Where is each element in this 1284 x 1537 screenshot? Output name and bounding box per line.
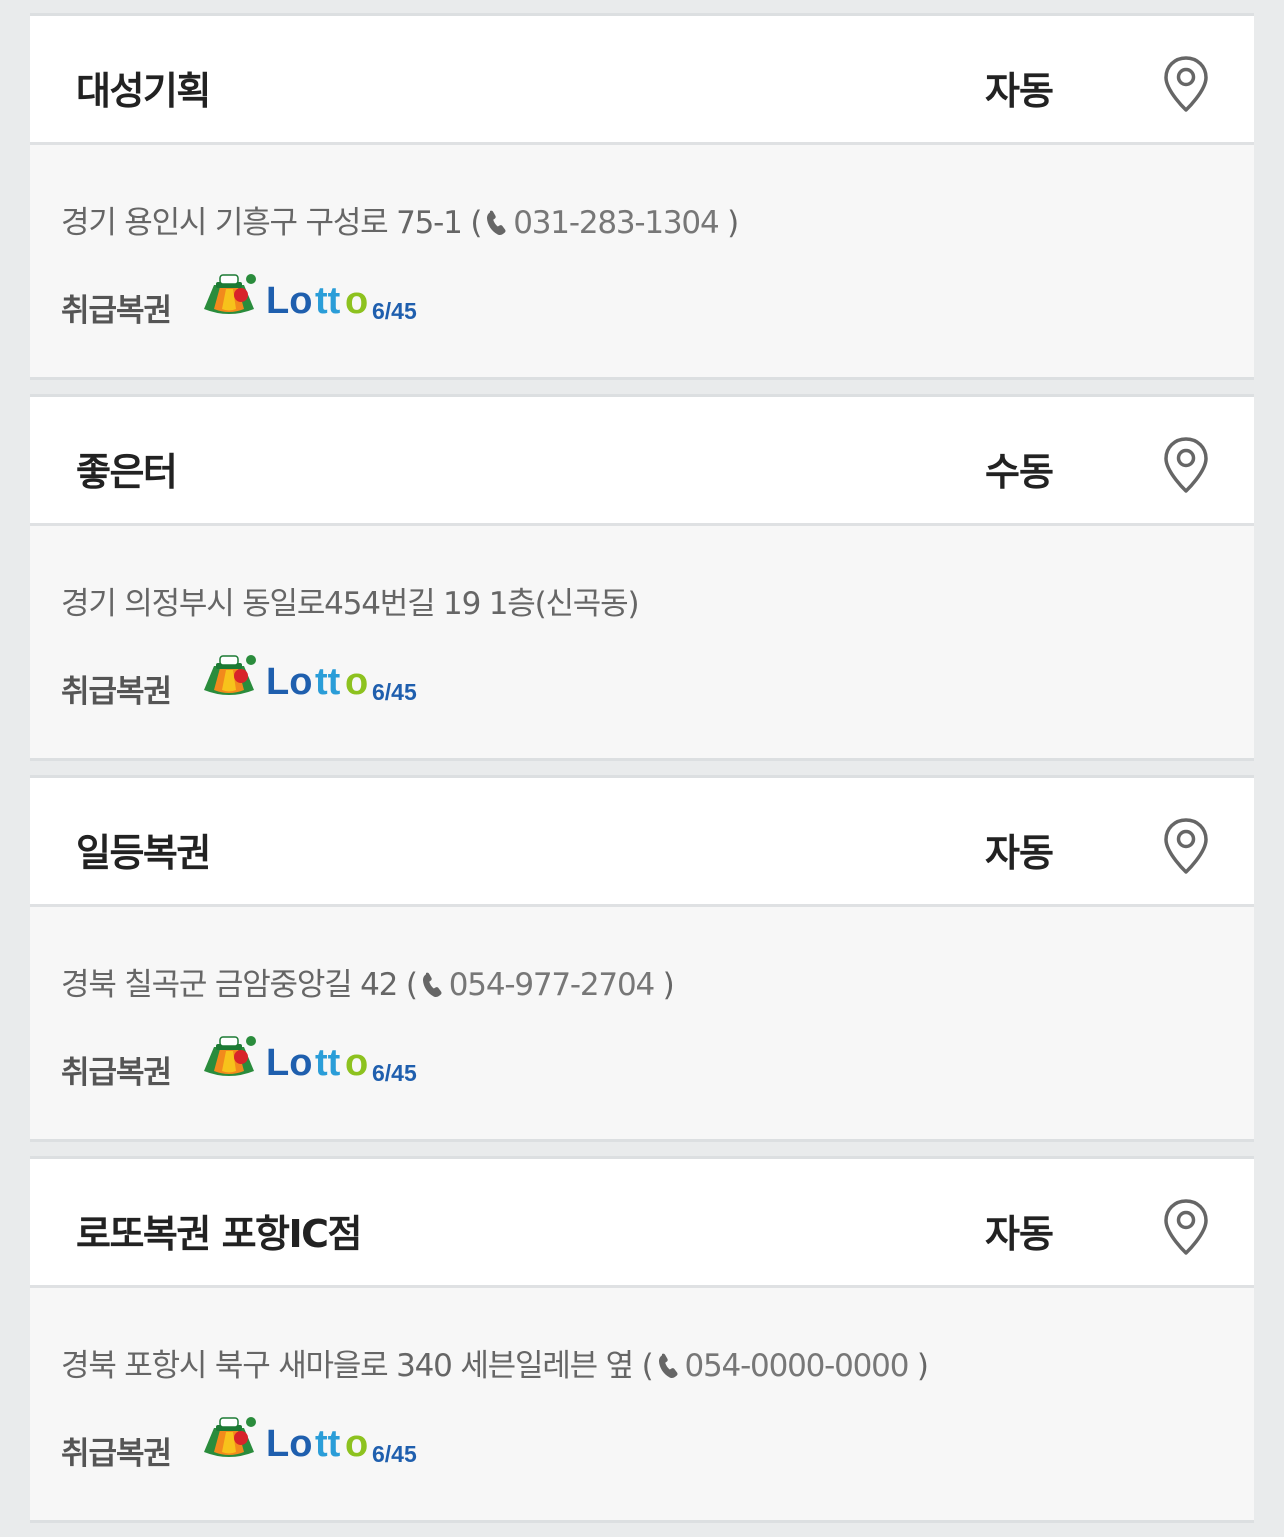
store-phone[interactable]: 054-977-2704 [449,967,655,1003]
lotto-645-logo: Lo tt o 6/45 [200,1031,430,1087]
svg-text:6/45: 6/45 [372,679,417,705]
store-address-line: 경북 칠곡군 금암중앙길 42 (054-977-2704 ) [61,959,675,1004]
svg-text:Lo: Lo [266,1042,312,1084]
svg-text:tt: tt [315,1042,341,1084]
svg-text:Lo: Lo [266,661,312,703]
store-name: 좋은터 [76,450,178,494]
store-card-body: 경북 칠곡군 금암중앙길 42 (054-977-2704 ) 취급복권 Lo … [30,907,1254,1139]
ticket-type-label: 취급복권 [61,1436,172,1472]
store-phone[interactable]: 054-0000-0000 [685,1348,910,1384]
store-address-line: 경기 의정부시 동일로454번길 19 1층(신곡동) [61,578,640,623]
svg-text:o: o [345,280,368,322]
store-name: 일등복권 [76,831,211,875]
store-card: 로또복권 포항IC점 자동 경북 포항시 북구 새마을로 340 세븐일레븐 옆… [30,1156,1254,1523]
ticket-type-label: 취급복권 [61,674,172,710]
phone-icon [655,1351,681,1379]
store-address-line: 경기 용인시 기흥구 구성로 75-1 (031-283-1304 ) [61,197,739,242]
store-phone-wrap: (031-283-1304 ) [470,205,739,241]
map-pin-icon[interactable] [1160,54,1212,114]
map-pin-icon[interactable] [1160,435,1212,495]
store-card-header: 좋은터 수동 [30,397,1254,526]
phone-icon [483,208,509,236]
svg-text:o: o [345,1042,368,1084]
svg-text:6/45: 6/45 [372,1060,417,1086]
store-name: 대성기획 [76,69,211,113]
lotto-645-logo: Lo tt o 6/45 [200,650,430,706]
store-phone-wrap: (054-0000-0000 ) [641,1348,929,1384]
svg-text:tt: tt [315,1423,341,1465]
store-card-body: 경북 포항시 북구 새마을로 340 세븐일레븐 옆 (054-0000-000… [30,1288,1254,1520]
store-card: 대성기획 자동 경기 용인시 기흥구 구성로 75-1 (031-283-130… [30,13,1254,380]
sale-type: 자동 [985,831,1054,875]
store-card-body: 경기 용인시 기흥구 구성로 75-1 (031-283-1304 ) 취급복권… [30,145,1254,377]
map-pin-icon[interactable] [1160,816,1212,876]
store-address: 경기 의정부시 동일로454번길 19 1층(신곡동) [61,586,640,622]
store-card-header: 대성기획 자동 [30,16,1254,145]
store-list: 대성기획 자동 경기 용인시 기흥구 구성로 75-1 (031-283-130… [30,13,1254,1537]
svg-text:o: o [345,1423,368,1465]
svg-text:o: o [345,661,368,703]
ticket-type-label: 취급복권 [61,293,172,329]
store-name: 로또복권 포항IC점 [76,1212,362,1256]
store-address-line: 경북 포항시 북구 새마을로 340 세븐일레븐 옆 (054-0000-000… [61,1340,929,1385]
map-pin-icon[interactable] [1160,1197,1212,1257]
svg-text:6/45: 6/45 [372,1441,417,1467]
ticket-type-label: 취급복권 [61,1055,172,1091]
svg-text:tt: tt [315,280,341,322]
store-card: 일등복권 자동 경북 칠곡군 금암중앙길 42 (054-977-2704 ) … [30,775,1254,1142]
store-card: 좋은터 수동 경기 의정부시 동일로454번길 19 1층(신곡동) 취급복권 … [30,394,1254,761]
svg-text:Lo: Lo [266,1423,312,1465]
store-address: 경북 칠곡군 금암중앙길 42 [61,967,398,1003]
sale-type: 수동 [985,450,1054,494]
store-card-header: 로또복권 포항IC점 자동 [30,1159,1254,1288]
store-card-body: 경기 의정부시 동일로454번길 19 1층(신곡동) 취급복권 Lo tt o… [30,526,1254,758]
store-phone-wrap: (054-977-2704 ) [405,967,675,1003]
svg-text:Lo: Lo [266,280,312,322]
svg-text:tt: tt [315,661,341,703]
store-card-header: 일등복권 자동 [30,778,1254,907]
lotto-645-logo: Lo tt o 6/45 [200,1412,430,1468]
lotto-645-logo: Lo tt o 6/45 [200,269,430,325]
svg-text:6/45: 6/45 [372,298,417,324]
phone-icon [419,970,445,998]
sale-type: 자동 [985,69,1054,113]
store-phone[interactable]: 031-283-1304 [513,205,719,241]
store-address: 경북 포항시 북구 새마을로 340 세븐일레븐 옆 [61,1348,634,1384]
sale-type: 자동 [985,1212,1054,1256]
store-address: 경기 용인시 기흥구 구성로 75-1 [61,205,463,241]
